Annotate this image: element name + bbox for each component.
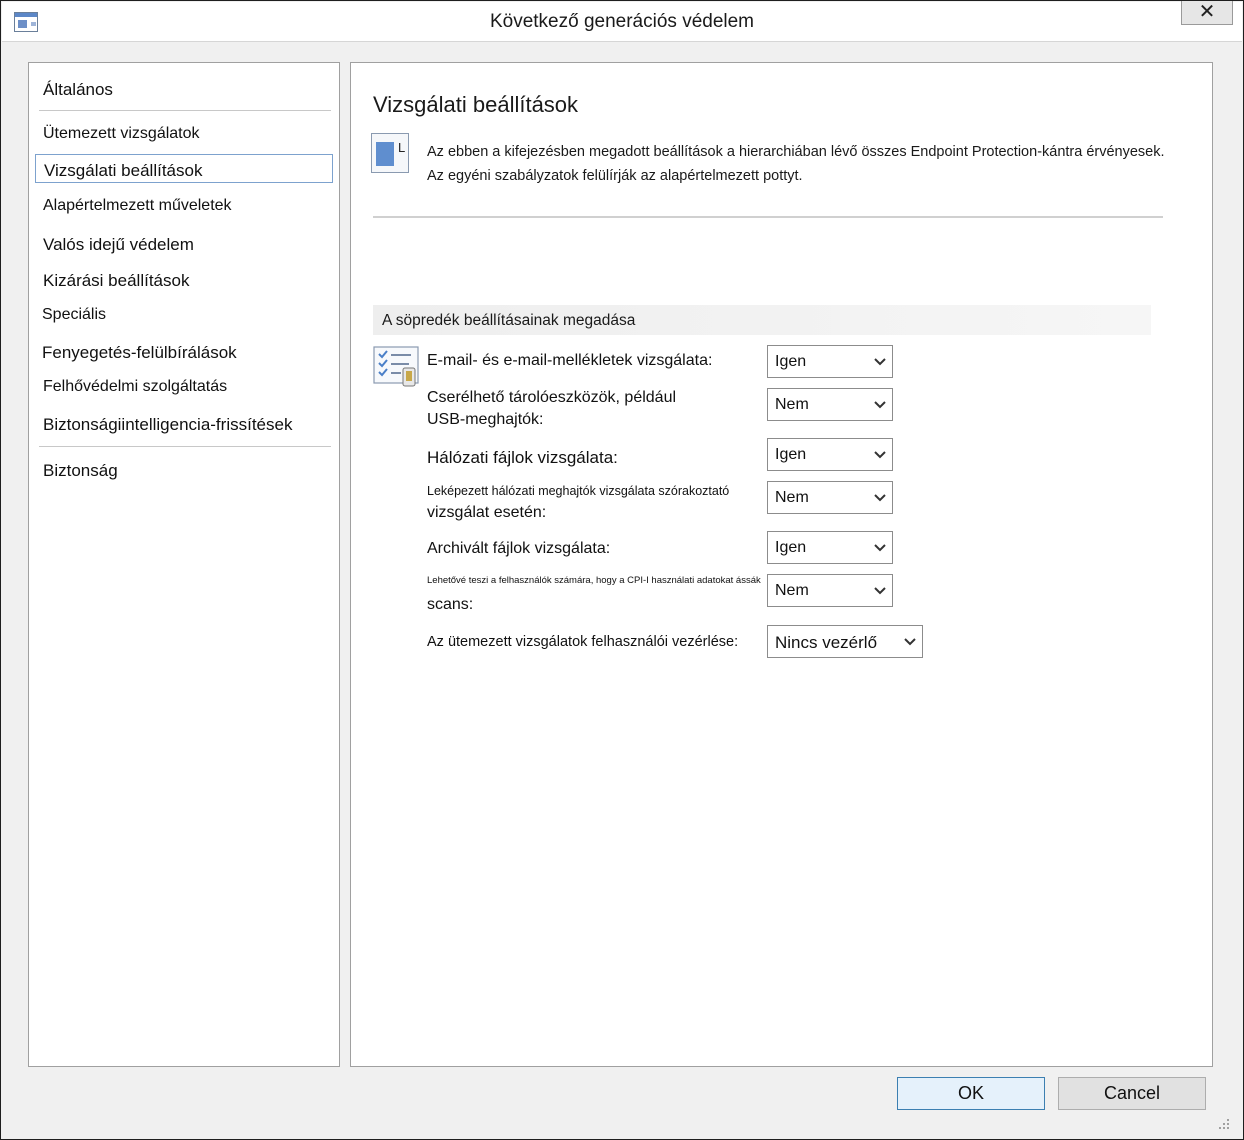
description-line-1: Az ebben a kifejezésben megadott beállít… <box>427 144 1165 160</box>
select-value: Igen <box>775 353 807 370</box>
section-header: A söpredék beállításainak megadása <box>373 305 1151 335</box>
email-scan-label: E-mail- és e-mail-mellékletek vizsgálata… <box>427 352 713 369</box>
nav-separator <box>39 110 331 111</box>
mapped-drives-select[interactable]: Nem <box>767 481 893 514</box>
description-line-2: Az egyéni szabályzatok felülírják az ala… <box>427 168 803 184</box>
close-icon: ✕ <box>1198 1 1216 23</box>
chevron-down-icon <box>874 587 886 595</box>
cpu-usage-select[interactable]: Nem <box>767 574 893 607</box>
nav-item-label: Alapértelmezett műveletek <box>43 197 232 214</box>
chevron-down-icon <box>874 451 886 459</box>
content-panel: Vizsgálati beállítások L Az ebben a kife… <box>350 62 1213 1067</box>
email-scan-select[interactable]: Igen <box>767 345 893 378</box>
dialog-window: Következő generációs védelem ✕ Általános… <box>0 0 1244 1140</box>
cpu-usage-label-line2: scans: <box>427 596 474 613</box>
nav-item-label: Ütemezett vizsgálatok <box>43 125 200 142</box>
nav-item-label: Valós idejű védelem <box>43 235 194 254</box>
nav-item-label: Általános <box>43 80 113 99</box>
archive-files-label: Archivált fájlok vizsgálata: <box>427 540 611 557</box>
user-control-label: Az ütemezett vizsgálatok felhasználói ve… <box>427 634 739 650</box>
chevron-down-icon <box>874 401 886 409</box>
nav-item-label: Vizsgálati beállítások <box>44 161 203 180</box>
nav-item-vizsgalati-beallitasok[interactable]: Vizsgálati beállítások <box>35 154 333 183</box>
chevron-down-icon <box>904 638 916 646</box>
section-header-text: A söpredék beállításainak megadása <box>382 312 636 329</box>
pane-graphic <box>376 142 394 166</box>
user-control-select[interactable]: Nincs vezérlő <box>767 625 923 658</box>
nav-item-felhovedelmi-szolgaltatas[interactable]: Felhővédelmi szolgáltatás <box>43 378 227 396</box>
cancel-button[interactable]: Cancel <box>1058 1077 1206 1110</box>
page-title: Vizsgálati beállítások <box>373 92 579 117</box>
nav-item-label: Biztonságiintelligencia-frissítések <box>43 415 293 434</box>
resize-grip-icon[interactable] <box>1217 1117 1231 1131</box>
navigation-panel: Általános Ütemezett vizsgálatok Vizsgála… <box>28 62 340 1067</box>
nav-item-utemezett-vizsgalatok[interactable]: Ütemezett vizsgálatok <box>43 125 200 143</box>
nav-separator <box>39 446 331 447</box>
nav-item-altalanos[interactable]: Általános <box>43 80 113 100</box>
network-files-select[interactable]: Igen <box>767 438 893 471</box>
nav-item-biztonsagiintelligencia-frissitesek[interactable]: Biztonságiintelligencia-frissítések <box>43 415 292 435</box>
chevron-down-icon <box>874 494 886 502</box>
network-files-label: Hálózati fájlok vizsgálata: <box>427 448 618 467</box>
select-value: Nem <box>775 582 809 599</box>
nav-item-valos-ideju-vedelem[interactable]: Valós idejű védelem <box>43 235 194 255</box>
select-value: Igen <box>775 539 807 556</box>
chevron-down-icon <box>874 358 886 366</box>
checklist-icon <box>373 346 419 387</box>
removable-drives-label-line1: Cserélhető tárolóeszközök, például <box>427 389 677 406</box>
nav-item-specialis[interactable]: Speciális <box>42 306 106 324</box>
removable-drives-label-line2: USB-meghajtók: <box>427 411 544 428</box>
archive-files-select[interactable]: Igen <box>767 531 893 564</box>
nav-item-label: Felhővédelmi szolgáltatás <box>43 378 228 395</box>
close-button[interactable]: ✕ <box>1181 1 1233 25</box>
removable-drives-select[interactable]: Nem <box>767 388 893 421</box>
nav-item-biztonsag[interactable]: Biztonság <box>43 461 118 481</box>
select-value: Nem <box>775 489 809 506</box>
nav-item-label: Kizárási beállítások <box>43 271 190 290</box>
ok-button[interactable]: OK <box>897 1077 1045 1110</box>
select-value: Igen <box>775 446 807 463</box>
title-bar: Következő generációs védelem <box>2 2 1242 42</box>
nav-item-label: Biztonság <box>43 461 118 480</box>
section-divider <box>373 216 1163 218</box>
nav-item-alapertelmezett-muveletek[interactable]: Alapértelmezett műveletek <box>43 197 232 215</box>
icon-letter: L <box>398 140 406 155</box>
nav-item-label: Speciális <box>42 306 107 323</box>
select-value: Nincs vezérlő <box>775 633 878 652</box>
select-value: Nem <box>775 396 809 413</box>
window-title: Következő generációs védelem <box>489 11 755 32</box>
nav-item-label: Fenyegetés-felülbírálások <box>42 343 237 362</box>
mapped-drives-label-line2: vizsgálat esetén: <box>427 504 547 521</box>
chevron-down-icon <box>874 544 886 552</box>
cpu-usage-label-line1: Lehetővé teszi a felhasználók számára, h… <box>427 575 761 586</box>
settings-page-icon: L <box>371 133 409 173</box>
nav-item-kizarasi-beallitasok[interactable]: Kizárási beállítások <box>43 271 189 291</box>
nav-item-fenyegetes-felulbiralasok[interactable]: Fenyegetés-felülbírálások <box>42 343 237 363</box>
mapped-drives-label-line1: Leképezett hálózati meghajtók vizsgálata… <box>427 484 730 498</box>
